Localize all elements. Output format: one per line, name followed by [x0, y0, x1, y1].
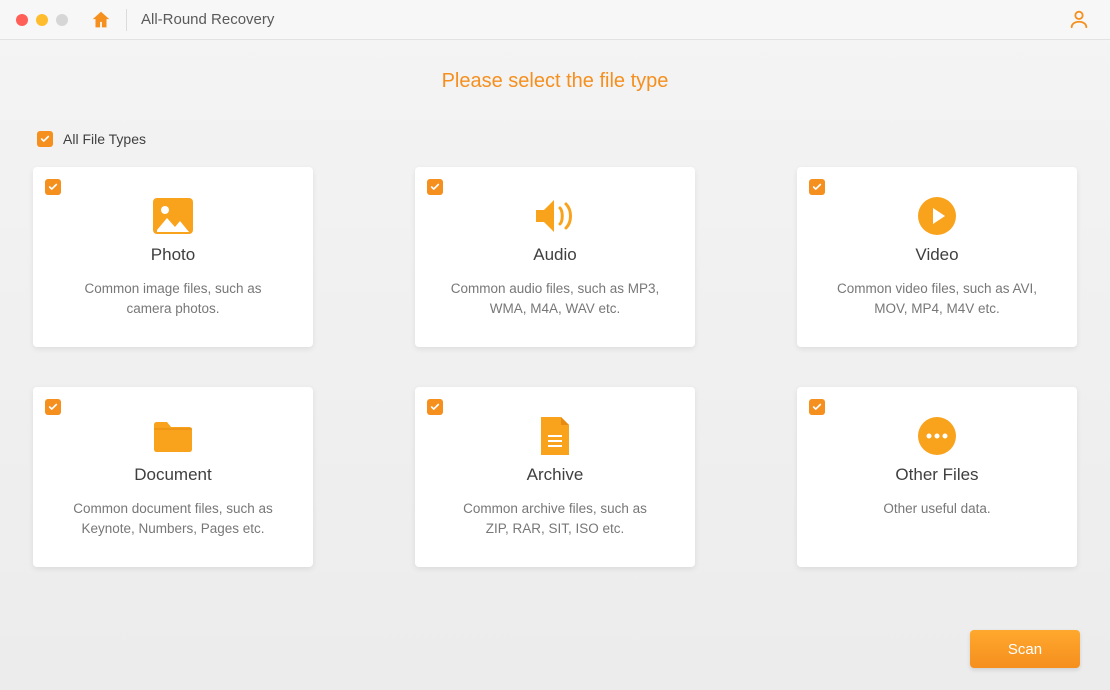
scan-button[interactable]: Scan	[970, 630, 1080, 668]
window-controls	[16, 14, 68, 26]
card-archive[interactable]: Archive Common archive files, such as ZI…	[415, 387, 695, 567]
maximize-window-button[interactable]	[56, 14, 68, 26]
card-audio-checkbox[interactable]	[427, 179, 443, 195]
cards-grid: Photo Common image files, such as camera…	[33, 167, 1077, 567]
card-other[interactable]: Other Files Other useful data.	[797, 387, 1077, 567]
user-icon[interactable]	[1068, 8, 1090, 35]
footer: Scan	[970, 630, 1080, 668]
card-video-desc: Common video files, such as AVI, MOV, MP…	[832, 279, 1042, 320]
all-file-types-checkbox[interactable]	[37, 131, 53, 147]
card-other-checkbox[interactable]	[809, 399, 825, 415]
divider	[126, 9, 127, 31]
app-title: All-Round Recovery	[141, 11, 274, 28]
card-document-desc: Common document files, such as Keynote, …	[68, 499, 278, 540]
more-icon	[916, 415, 958, 457]
close-window-button[interactable]	[16, 14, 28, 26]
card-document[interactable]: Document Common document files, such as …	[33, 387, 313, 567]
audio-icon	[532, 195, 578, 237]
card-archive-checkbox[interactable]	[427, 399, 443, 415]
card-photo-checkbox[interactable]	[45, 179, 61, 195]
card-audio-title: Audio	[533, 245, 576, 265]
card-archive-title: Archive	[527, 465, 584, 485]
card-photo-title: Photo	[151, 245, 195, 265]
folder-icon	[151, 415, 195, 457]
archive-file-icon	[538, 415, 572, 457]
card-photo-desc: Common image files, such as camera photo…	[68, 279, 278, 320]
card-other-title: Other Files	[895, 465, 978, 485]
all-file-types-row[interactable]: All File Types	[37, 131, 1077, 147]
content: Please select the file type All File Typ…	[0, 40, 1110, 567]
card-video-title: Video	[915, 245, 958, 265]
photo-icon	[151, 195, 195, 237]
card-photo[interactable]: Photo Common image files, such as camera…	[33, 167, 313, 347]
page-heading: Please select the file type	[33, 70, 1077, 93]
card-audio[interactable]: Audio Common audio files, such as MP3, W…	[415, 167, 695, 347]
home-icon[interactable]	[90, 9, 112, 31]
card-other-desc: Other useful data.	[883, 499, 990, 519]
video-icon	[916, 195, 958, 237]
titlebar: All-Round Recovery	[0, 0, 1110, 40]
card-document-title: Document	[134, 465, 211, 485]
card-video-checkbox[interactable]	[809, 179, 825, 195]
card-video[interactable]: Video Common video files, such as AVI, M…	[797, 167, 1077, 347]
card-archive-desc: Common archive files, such as ZIP, RAR, …	[450, 499, 660, 540]
card-document-checkbox[interactable]	[45, 399, 61, 415]
card-audio-desc: Common audio files, such as MP3, WMA, M4…	[450, 279, 660, 320]
minimize-window-button[interactable]	[36, 14, 48, 26]
all-file-types-label: All File Types	[63, 131, 146, 147]
